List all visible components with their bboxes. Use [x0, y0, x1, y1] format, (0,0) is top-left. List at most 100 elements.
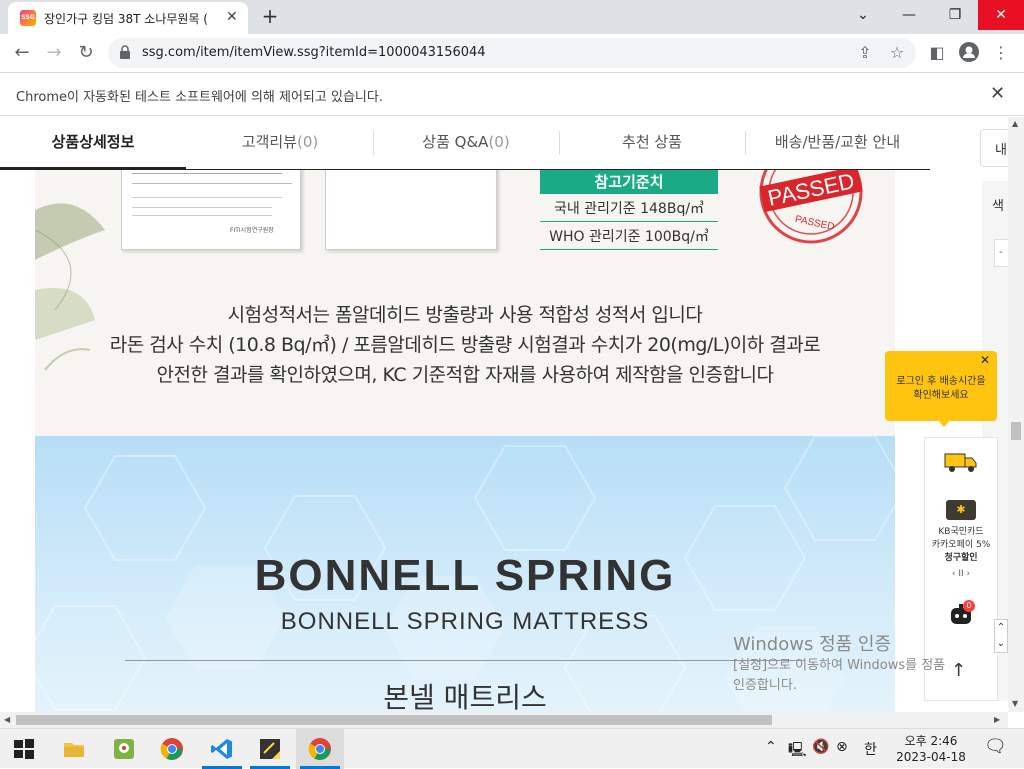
- tab-strip: SSG 장인가구 킹덤 38T 소나무원목 ( ✕ + ⌄ — ❐ ✕: [0, 0, 1024, 34]
- stamp-text: PASSED: [766, 170, 857, 211]
- vscode-icon: [211, 739, 232, 759]
- scroll-down-arrow-icon[interactable]: ▼: [1012, 699, 1018, 708]
- chrome-icon: [308, 738, 331, 760]
- tab-recommended[interactable]: 추천 상품: [559, 117, 745, 169]
- lock-icon: [120, 45, 130, 59]
- network-icon[interactable]: 🖳: [788, 739, 807, 763]
- tooltip-text: 로그인 후 배송시간을 확인해보세요: [885, 375, 997, 403]
- side-panel-icon[interactable]: ◧: [926, 42, 948, 64]
- scroll-top-icon[interactable]: ↑: [951, 660, 966, 681]
- notification-icon[interactable]: 🗨: [984, 736, 1007, 757]
- folder-icon: [64, 743, 84, 757]
- page-viewport: 상품상세정보 고객리뷰(0) 상품 Q&A(0) 추천 상품 배송/반품/교환 …: [0, 117, 1008, 712]
- watermark-line: [설정]으로 이동하여 Windows를 정품: [733, 658, 946, 673]
- tab-product-detail[interactable]: 상품상세정보: [0, 117, 186, 170]
- chrome-icon: [160, 738, 183, 760]
- browser-tab[interactable]: SSG 장인가구 킹덤 38T 소나무원목 ( ✕: [8, 2, 248, 34]
- chrome-app-button[interactable]: [148, 729, 196, 769]
- certificate-desc-line: 시험성적서는 폼알데히드 방출량과 사용 적합성 성적서 입니다: [227, 304, 703, 326]
- map-app-icon: [114, 739, 134, 759]
- vertical-scrollbar[interactable]: ▲ ▼: [1008, 117, 1024, 712]
- right-cut-button[interactable]: 내: [980, 129, 1008, 167]
- ime-indicator[interactable]: 한: [864, 739, 877, 759]
- horizontal-scrollbar[interactable]: ◀ ▶: [0, 712, 1008, 728]
- passed-stamp-icon: PASSED PASSED: [759, 170, 863, 244]
- right-cut-select[interactable]: -: [994, 239, 1008, 267]
- test-certificate-section: FITI시험연구원장 참고기준치 국내 관리기준 148Bq/㎥ WHO 관리기…: [35, 170, 895, 436]
- certificate-document-2: [325, 170, 497, 250]
- scroll-up-arrow-icon[interactable]: ▲: [1012, 119, 1018, 128]
- file-explorer-button[interactable]: [50, 729, 98, 769]
- certificate-desc-line: 라돈 검사 수치 (10.8 Bq/㎥) / 포름알데히드 방출량 시험결과 수…: [109, 334, 821, 356]
- tab-label: 배송/반품/교환 안내: [774, 133, 901, 151]
- tab-reviews[interactable]: 고객리뷰(0): [187, 117, 373, 169]
- tooltip-arrow: [937, 419, 951, 427]
- vscode-app-button[interactable]: [198, 729, 246, 769]
- back-button[interactable]: ←: [10, 42, 34, 66]
- minimize-button[interactable]: —: [886, 0, 932, 30]
- kb-card-icon[interactable]: ✱: [946, 500, 976, 520]
- tab-search-chevron-icon[interactable]: ⌄: [840, 0, 886, 30]
- scrollbar-thumb[interactable]: [1011, 422, 1021, 440]
- promo-pager[interactable]: ‹ II ›: [925, 568, 997, 581]
- reference-title: 참고기준치: [540, 170, 718, 194]
- clock-time: 오후 2:46: [904, 734, 958, 748]
- tab-title: 장인가구 킹덤 38T 소나무원목 (: [44, 12, 208, 26]
- review-count: (0): [296, 133, 319, 151]
- scroll-left-arrow-icon[interactable]: ◀: [4, 715, 10, 724]
- tab-label: 상품 Q&A: [422, 133, 489, 151]
- start-button[interactable]: [0, 729, 48, 769]
- certificate-desc-line: 안전한 결과를 확인하였으며, KC 기준적합 자재를 사용하여 제작함을 인증…: [156, 364, 774, 386]
- maps-app-button[interactable]: [100, 729, 148, 769]
- scrollbar-thumb[interactable]: [16, 715, 772, 725]
- share-icon[interactable]: ⇪: [854, 42, 876, 64]
- infobar-message: Chrome이 자동화된 테스트 소프트웨어에 의해 제어되고 있습니다.: [16, 90, 383, 105]
- side-scroll-arrows[interactable]: ⌃ ⌄: [994, 619, 1008, 653]
- sticky-notes-icon: [260, 739, 280, 759]
- browser-toolbar: ← → ↻ ssg.com/item/itemView.ssg?itemId=1…: [0, 34, 1024, 72]
- tooltip-line: 확인해보세요: [913, 390, 969, 401]
- tab-label: 고객리뷰: [241, 133, 297, 151]
- status-x-icon[interactable]: ⊗: [836, 739, 848, 755]
- address-bar[interactable]: ssg.com/item/itemView.ssg?itemId=1000043…: [108, 38, 916, 68]
- tray-chevron-up-icon[interactable]: ⌃: [765, 739, 777, 755]
- tooltip-line: 로그인 후 배송시간을: [896, 376, 986, 387]
- automation-infobar: Chrome이 자동화된 테스트 소프트웨어에 의해 제어되고 있습니다. ✕: [0, 72, 1024, 116]
- lab-name: FITI시험연구원장: [230, 227, 274, 234]
- certificate-document: FITI시험연구원장: [121, 170, 301, 250]
- windows-taskbar: ⌃ 🖳 🔇 ⊗ 한 오후 2:46 2023-04-18 🗨: [0, 728, 1024, 769]
- reload-button[interactable]: ↻: [74, 42, 98, 66]
- stamp-small-text: PASSED: [794, 214, 835, 233]
- tab-shipping-info[interactable]: 배송/반품/교환 안내: [745, 117, 930, 169]
- scroll-right-arrow-icon[interactable]: ▶: [994, 715, 1000, 724]
- delivery-time-tooltip: ✕ 로그인 후 배송시간을 확인해보세요: [885, 351, 997, 427]
- ssg-favicon-icon: SSG: [20, 10, 36, 26]
- delivery-truck-icon[interactable]: [943, 450, 979, 474]
- reference-row-korea: 국내 관리기준 148Bq/㎥: [540, 196, 718, 222]
- new-tab-button[interactable]: +: [258, 4, 282, 28]
- restore-button[interactable]: ❐: [932, 0, 978, 30]
- windows-activation-watermark: Windows 정품 인증 [설정]으로 이동하여 Windows를 정품 인증…: [733, 630, 945, 696]
- watermark-line: 인증합니다.: [733, 678, 797, 693]
- clock-date: 2023-04-18: [896, 750, 966, 764]
- volume-muted-icon[interactable]: 🔇: [812, 739, 829, 755]
- chrome-active-button[interactable]: [296, 729, 344, 769]
- menu-kebab-icon[interactable]: ⋮: [990, 42, 1012, 64]
- watermark-title: Windows 정품 인증: [733, 634, 892, 655]
- reference-row-who: WHO 관리기준 100Bq/㎥: [540, 224, 718, 250]
- bonnell-title: BONNELL SPRING: [254, 551, 676, 600]
- system-clock[interactable]: 오후 2:46 2023-04-18: [892, 733, 970, 765]
- right-cut-label: 색: [992, 199, 1004, 214]
- infobar-close-icon[interactable]: ✕: [990, 83, 1005, 104]
- window-close-button[interactable]: ✕: [978, 0, 1024, 30]
- url-text: ssg.com/item/itemView.ssg?itemId=1000043…: [142, 45, 486, 60]
- profile-avatar-icon[interactable]: [958, 42, 980, 64]
- tab-label: 추천 상품: [622, 133, 682, 151]
- product-tabs-nav: 상품상세정보 고객리뷰(0) 상품 Q&A(0) 추천 상품 배송/반품/교환 …: [0, 117, 930, 170]
- tab-qna[interactable]: 상품 Q&A(0): [373, 117, 559, 169]
- tooltip-close-icon[interactable]: ✕: [980, 353, 990, 367]
- bookmark-star-icon[interactable]: ☆: [886, 42, 908, 64]
- tab-close-icon[interactable]: ✕: [226, 9, 238, 25]
- sticky-notes-app-button[interactable]: [246, 729, 294, 769]
- forward-button[interactable]: →: [42, 42, 66, 66]
